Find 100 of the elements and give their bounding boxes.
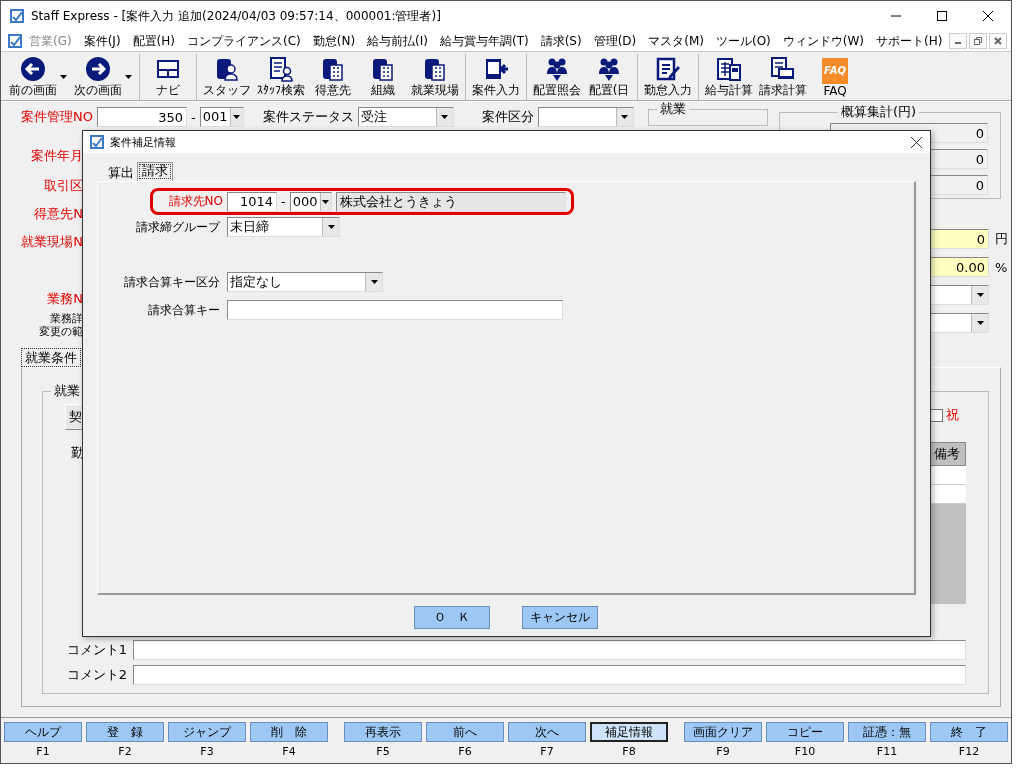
function-key-button[interactable]: 前へ [426, 722, 504, 742]
menu-item[interactable]: 案件(J) [77, 32, 127, 50]
close-icon[interactable] [983, 11, 993, 21]
calculator-icon [716, 56, 742, 82]
menu-item[interactable]: マスタ(M) [642, 32, 710, 50]
menu-item[interactable]: 給与前払(I) [361, 32, 434, 50]
unit-label: % [995, 259, 1008, 275]
closing-group-dropdown[interactable]: 末日締 [227, 217, 340, 237]
dash: - [281, 194, 286, 209]
restore-icon [974, 37, 982, 45]
close-icon [994, 37, 1002, 45]
toolbar-button[interactable]: 前の画面 [6, 54, 60, 100]
unit-label: 円 [995, 230, 1008, 248]
building-icon [370, 56, 396, 82]
pen-document-icon [655, 56, 681, 82]
comment-field[interactable] [133, 640, 966, 660]
toolbar-button[interactable]: 就業現場 [408, 54, 462, 100]
people-icon [596, 56, 622, 82]
field-label: 案件年月 [30, 147, 83, 165]
close-button[interactable] [989, 33, 1007, 49]
caret-icon [125, 75, 132, 79]
branch-dropdown[interactable]: 001 [199, 107, 244, 127]
menu-item[interactable]: 請求(S) [534, 32, 588, 50]
close-icon[interactable] [911, 136, 922, 148]
caret-icon [976, 321, 984, 325]
menu-item[interactable]: ウィンドウ(W) [776, 32, 871, 50]
function-key-button[interactable]: ジャンプ [168, 722, 246, 742]
function-key-button[interactable]: 終 了 [930, 722, 1008, 742]
tab[interactable]: 請求 [137, 162, 173, 181]
menu-item[interactable]: コンプライアンス(C) [180, 32, 307, 50]
caret-icon [233, 115, 241, 119]
menu-item[interactable]: 給与賞与年調(T) [433, 32, 535, 50]
function-key-button[interactable]: 画面クリア [684, 722, 762, 742]
function-key-button[interactable]: 次へ [508, 722, 586, 742]
text-field[interactable]: 1014 [227, 191, 277, 212]
window-title: Staff Express - [案件入力 追加(2024/04/03 09:57:14、000001:管理者)] [31, 7, 441, 25]
menu-item[interactable]: サポート(H) [870, 32, 949, 50]
maximize-icon[interactable] [937, 11, 947, 21]
caret-icon [370, 280, 378, 284]
caret-icon [327, 225, 335, 229]
function-key-button[interactable]: 再表示 [344, 722, 422, 742]
toolbar-button[interactable]: 得意先 [308, 54, 358, 100]
caret-icon [976, 293, 984, 297]
menu-item[interactable]: 配置(H) [126, 32, 181, 50]
menu-item[interactable]: ツール(O) [710, 32, 777, 50]
tab[interactable]: 就業条件 [21, 348, 81, 367]
field-label: 請求先NO [167, 193, 223, 210]
key-label: F7 [540, 745, 554, 758]
branch-dropdown[interactable]: 000 [289, 191, 332, 212]
toolbar-button[interactable]: 請求計算 [756, 54, 810, 100]
field-label: 業務詳 [49, 312, 83, 325]
text-field[interactable] [227, 300, 563, 320]
toolbar-button[interactable]: 給与計算 [702, 54, 756, 100]
toolbar-button[interactable]: ｽﾀｯﾌ検索 [254, 54, 308, 100]
tab[interactable]: 算出 [105, 165, 137, 181]
key-label: F8 [622, 745, 636, 758]
minimize-button[interactable] [949, 33, 967, 49]
field-label: コメント1 [65, 641, 127, 659]
building-icon [320, 56, 346, 82]
field-label: 得意先N [33, 205, 83, 223]
document-screen-icon [770, 56, 796, 82]
function-key-button[interactable]: 削 除 [250, 722, 328, 742]
caret-icon [322, 199, 330, 204]
key-label: F10 [794, 745, 816, 758]
dialog-button[interactable]: キャンセル [521, 606, 598, 629]
toolbar-button[interactable]: 案件入力 [469, 54, 523, 100]
function-key-button[interactable]: 補足情報 [590, 722, 668, 742]
toolbar-button[interactable]: 組織 [358, 54, 408, 100]
group-label: 就業 [658, 100, 687, 118]
restore-button[interactable] [969, 33, 987, 49]
field-label: 変更の範 [38, 325, 83, 338]
comment-field[interactable] [133, 665, 966, 685]
function-key-button[interactable]: ヘルプ [4, 722, 82, 742]
text-field[interactable]: 株式会社とうきょう [335, 191, 566, 212]
group-label: 概算集計(円) [840, 103, 918, 121]
field-label: 請求締グループ [135, 218, 220, 236]
toolbar-button[interactable]: FAQ FAQ [810, 55, 860, 99]
function-key-button[interactable]: 証憑：無 [848, 722, 926, 742]
toolbar-button[interactable]: 勤怠入力 [641, 54, 695, 100]
toolbar-button[interactable]: 次の画面 [71, 54, 125, 100]
field-label: 案件ステータス [261, 108, 354, 126]
toolbar-button[interactable]: ナビ [143, 54, 193, 100]
caret-icon [441, 115, 449, 119]
status-dropdown[interactable]: 受注 [357, 107, 454, 127]
key-label: F11 [876, 745, 898, 758]
key-type-dropdown[interactable]: 指定なし [227, 272, 383, 292]
field-label: 取引区 [43, 177, 83, 195]
category-dropdown[interactable] [537, 107, 634, 127]
case-number-field[interactable]: 350 [97, 107, 187, 127]
toolbar-button[interactable]: 配置照会 [530, 54, 584, 100]
dialog-button[interactable]: Ｏ Ｋ [413, 606, 490, 629]
field-label: 案件区分 [480, 108, 534, 126]
toolbar-button[interactable]: 配置(日 [584, 54, 634, 100]
person-icon [214, 56, 240, 82]
menu-item[interactable]: 勤怠(N) [306, 32, 362, 50]
key-label: F2 [118, 745, 132, 758]
toolbar-button[interactable]: スタッフ [200, 54, 254, 100]
function-key-button[interactable]: コピー [766, 722, 844, 742]
function-key-button[interactable]: 登 録 [86, 722, 164, 742]
menu-item[interactable]: 管理(D) [587, 32, 643, 50]
